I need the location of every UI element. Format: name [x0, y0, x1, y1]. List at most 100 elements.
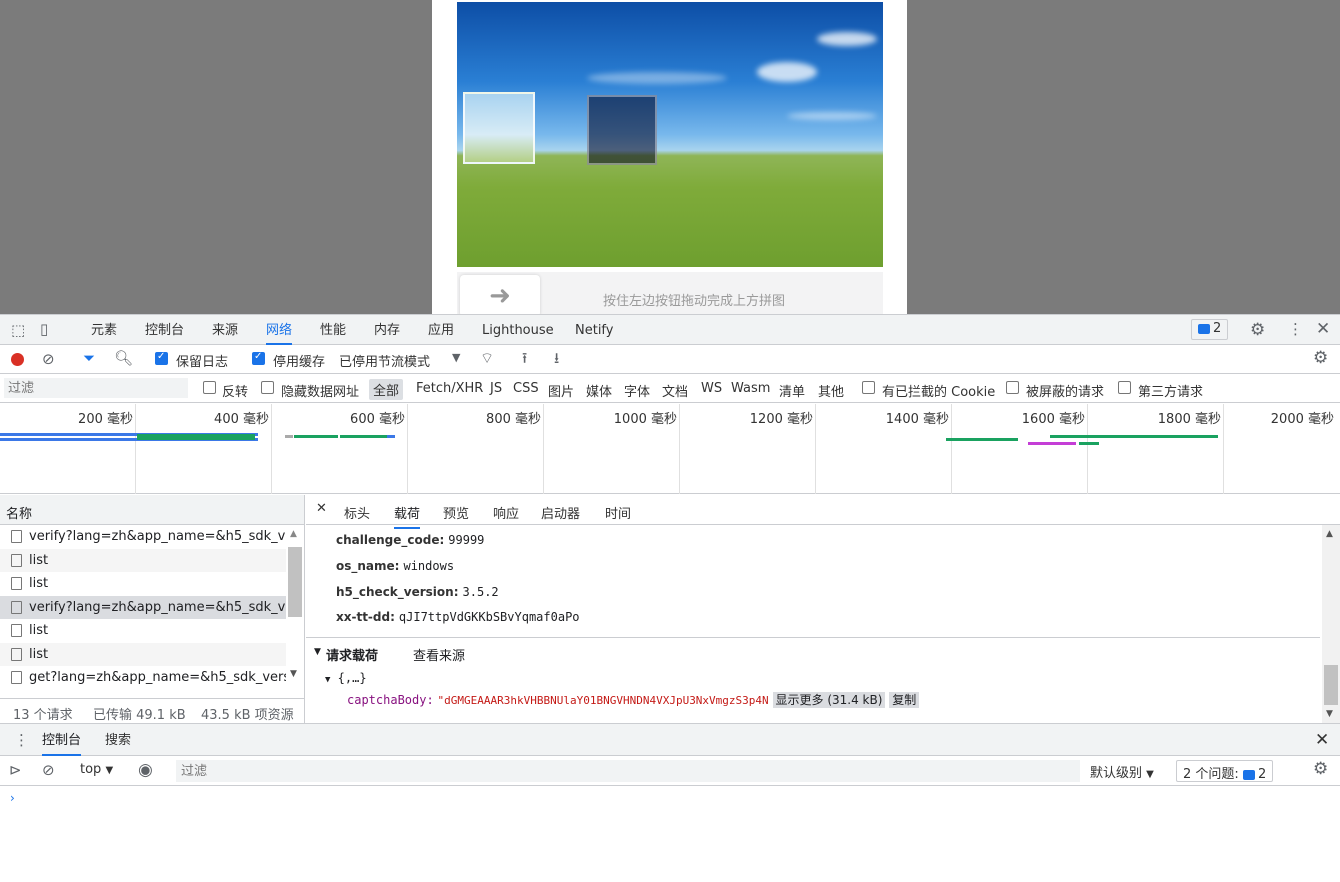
- clear-console-icon[interactable]: ⊘: [42, 761, 55, 779]
- console-issues-button[interactable]: 2 个问题: 2: [1176, 760, 1274, 782]
- console-filter-input[interactable]: [176, 760, 1080, 782]
- scroll-up-icon[interactable]: ▲: [1326, 529, 1333, 539]
- preserve-log-checkbox[interactable]: [155, 351, 168, 365]
- request-list: verify?lang=zh&app_name=&h5_sdk_version …: [0, 525, 304, 690]
- drawer-tab-search[interactable]: 搜索: [105, 724, 131, 756]
- device-toolbar-icon[interactable]: ▯: [40, 320, 48, 338]
- tab-response[interactable]: 响应: [493, 503, 519, 522]
- request-row[interactable]: list: [0, 572, 286, 596]
- scroll-down-icon[interactable]: ▼: [290, 669, 297, 679]
- scrollbar-thumb[interactable]: [1324, 665, 1338, 705]
- request-row[interactable]: verify?lang=zh&app_name=&h5_sdk_version: [0, 525, 286, 549]
- close-drawer-icon[interactable]: ✕: [1315, 730, 1329, 750]
- copy-button[interactable]: 复制: [889, 692, 920, 708]
- request-list-scrollbar[interactable]: ▲ ▼: [287, 529, 302, 679]
- name-column-header[interactable]: 名称: [0, 495, 304, 525]
- invert-checkbox[interactable]: [203, 381, 216, 394]
- type-filter-all[interactable]: 全部: [369, 379, 404, 400]
- drawer-tabbar: ⋮ 控制台 搜索 ✕: [0, 723, 1340, 756]
- tab-memory[interactable]: 内存: [374, 315, 400, 345]
- more-options-icon[interactable]: ⋮: [1288, 320, 1303, 338]
- inspect-element-icon[interactable]: ⬚: [11, 321, 25, 339]
- tab-lighthouse[interactable]: Lighthouse: [482, 315, 554, 345]
- type-filter-manifest[interactable]: 清单: [779, 381, 805, 400]
- type-filter-media[interactable]: 媒体: [586, 381, 612, 400]
- expand-triangle-icon[interactable]: ▼: [314, 647, 321, 657]
- throttling-select[interactable]: 已停用节流模式: [339, 351, 430, 370]
- type-filter-fetch-xhr[interactable]: Fetch/XHR: [416, 381, 483, 396]
- request-row[interactable]: get?lang=zh&app_name=&h5_sdk_version: [0, 666, 286, 690]
- type-filter-wasm[interactable]: Wasm: [731, 381, 770, 396]
- puzzle-piece[interactable]: [463, 92, 535, 164]
- record-button-icon[interactable]: [11, 353, 24, 366]
- network-conditions-icon[interactable]: ⌔: [480, 349, 494, 368]
- request-row[interactable]: list: [0, 642, 286, 666]
- request-count: 13 个请求: [13, 708, 73, 723]
- issues-badge[interactable]: 2: [1191, 319, 1229, 340]
- blocked-cookies-checkbox[interactable]: [862, 381, 875, 394]
- tab-console[interactable]: 控制台: [145, 315, 184, 345]
- view-source-link[interactable]: 查看来源: [413, 645, 465, 664]
- type-filter-other[interactable]: 其他: [818, 381, 844, 400]
- tab-performance[interactable]: 性能: [320, 315, 346, 345]
- blocked-requests-checkbox[interactable]: [1006, 381, 1019, 394]
- live-expression-eye-icon[interactable]: ◉: [138, 760, 153, 780]
- tab-application[interactable]: 应用: [428, 315, 454, 345]
- search-icon[interactable]: 🔍︎: [114, 349, 133, 367]
- request-row[interactable]: list: [0, 548, 286, 572]
- type-filter-doc[interactable]: 文档: [662, 381, 688, 400]
- context-select[interactable]: top ▼: [80, 762, 113, 777]
- request-row-selected[interactable]: verify?lang=zh&app_name=&h5_sdk_version: [0, 595, 286, 619]
- blocked-requests-label: 被屏蔽的请求: [1026, 385, 1105, 400]
- blocked-cookies-label: 有已拦截的 Cookie: [882, 385, 996, 400]
- clear-icon[interactable]: ⊘: [42, 350, 55, 368]
- type-filter-css[interactable]: CSS: [513, 381, 539, 396]
- network-filter-bar: 反转 隐藏数据网址 全部 Fetch/XHR JS CSS 图片 媒体 字体 文…: [0, 374, 1340, 403]
- log-level-select[interactable]: 默认级别 ▼: [1090, 762, 1154, 781]
- tab-timing[interactable]: 时间: [605, 503, 631, 522]
- request-row[interactable]: list: [0, 619, 286, 643]
- network-settings-icon[interactable]: ⚙: [1313, 348, 1328, 368]
- type-filter-ws[interactable]: WS: [701, 381, 722, 396]
- slider-handle-button[interactable]: ➜: [460, 275, 540, 317]
- disable-cache-checkbox[interactable]: [252, 351, 265, 365]
- console-toolbar: ⊳ ⊘ top ▼ ◉ 默认级别 ▼ 2 个问题: 2 ⚙: [0, 756, 1340, 786]
- payload-title[interactable]: 请求载荷: [326, 645, 378, 664]
- close-detail-icon[interactable]: ✕: [316, 501, 327, 516]
- tab-elements[interactable]: 元素: [91, 315, 117, 345]
- tab-network[interactable]: 网络: [266, 315, 293, 345]
- payload-object[interactable]: ▼ {,…}: [325, 671, 367, 685]
- drawer-menu-icon[interactable]: ⋮: [14, 731, 29, 749]
- export-har-icon[interactable]: ⭳: [554, 348, 559, 373]
- chevron-down-icon[interactable]: ▼: [452, 351, 460, 364]
- tab-preview[interactable]: 预览: [443, 503, 469, 522]
- filter-icon[interactable]: ⏷: [83, 349, 95, 367]
- chevron-down-icon: ▼: [105, 765, 114, 776]
- console-settings-icon[interactable]: ⚙: [1313, 759, 1328, 779]
- hide-data-urls-checkbox[interactable]: [261, 381, 274, 394]
- tab-initiator[interactable]: 启动器: [541, 503, 580, 522]
- type-filter-js[interactable]: JS: [490, 381, 502, 396]
- tab-payload[interactable]: 载荷: [394, 503, 421, 529]
- type-filter-img[interactable]: 图片: [548, 381, 574, 400]
- tab-headers[interactable]: 标头: [344, 503, 370, 522]
- third-party-checkbox[interactable]: [1118, 381, 1131, 394]
- timeline-tick: 800 毫秒: [486, 412, 541, 427]
- type-filter-font[interactable]: 字体: [624, 381, 650, 400]
- scroll-down-icon[interactable]: ▼: [1326, 709, 1333, 719]
- close-devtools-icon[interactable]: ✕: [1316, 319, 1330, 339]
- timeline-tick: 600 毫秒: [350, 412, 405, 427]
- network-filter-input[interactable]: [4, 378, 188, 398]
- scroll-up-icon[interactable]: ▲: [290, 529, 297, 539]
- network-overview-timeline[interactable]: 200 毫秒 400 毫秒 600 毫秒 800 毫秒 1000 毫秒 1200…: [0, 404, 1340, 494]
- scrollbar-thumb[interactable]: [288, 547, 302, 617]
- tab-netify[interactable]: Netify: [575, 315, 613, 345]
- drawer-tab-console[interactable]: 控制台: [42, 724, 82, 756]
- tab-sources[interactable]: 来源: [212, 315, 238, 345]
- sidebar-toggle-icon[interactable]: ⊳: [9, 761, 22, 779]
- show-more-button[interactable]: 显示更多 (31.4 kB): [772, 692, 886, 708]
- import-har-icon[interactable]: ⭱: [522, 348, 527, 373]
- console-prompt[interactable]: ›: [0, 787, 1340, 882]
- detail-scrollbar[interactable]: ▲ ▼: [1322, 525, 1340, 723]
- settings-gear-icon[interactable]: ⚙: [1250, 320, 1265, 340]
